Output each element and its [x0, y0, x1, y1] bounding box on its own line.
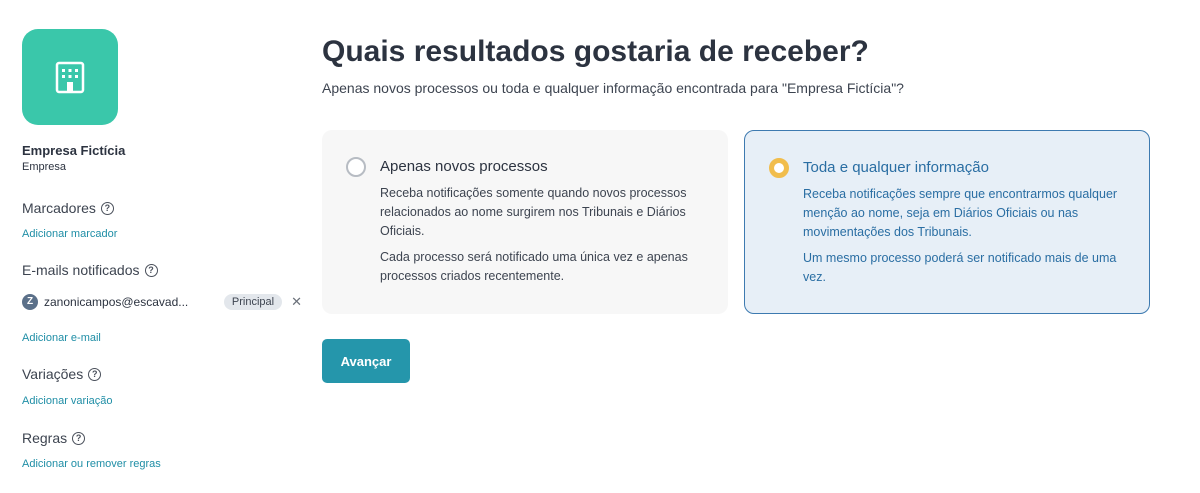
help-icon[interactable]: ? — [100, 201, 114, 215]
close-icon[interactable]: ✕ — [291, 294, 302, 310]
add-marker-link[interactable]: Adicionar marcador — [22, 228, 117, 240]
radio-unselected[interactable] — [346, 157, 366, 177]
emails-label-text: E-mails notificados — [22, 262, 140, 278]
main-content: Quais resultados gostaria de receber? Ap… — [322, 0, 1152, 493]
help-icon[interactable]: ? — [72, 431, 86, 445]
page-title: Quais resultados gostaria de receber? — [322, 35, 869, 68]
option-title: Toda e qualquer informação — [803, 159, 989, 176]
radio-selected[interactable] — [769, 158, 789, 178]
regras-label: Regras ? — [22, 430, 86, 446]
building-icon — [55, 61, 85, 94]
emails-label: E-mails notificados ? — [22, 262, 158, 278]
option-description: Receba notificações somente quando novos… — [380, 186, 687, 238]
marcadores-label-text: Marcadores — [22, 200, 96, 216]
option-title: Apenas novos processos — [380, 158, 548, 175]
regras-label-text: Regras — [22, 430, 68, 446]
option-description: Receba notificações sempre que encontrar… — [803, 187, 1118, 239]
principal-badge: Principal — [223, 294, 283, 310]
avatar: Z — [22, 294, 38, 310]
entity-name: Empresa Fictícia — [22, 143, 126, 158]
help-icon[interactable]: ? — [144, 263, 158, 277]
email-address: zanonicampos@escavad... — [44, 295, 189, 309]
entity-type: Empresa — [22, 161, 67, 173]
next-button[interactable]: Avançar — [322, 339, 410, 383]
variacoes-label-text: Variações — [22, 366, 84, 382]
option-note: Um mesmo processo poderá ser notificado … — [803, 251, 1117, 284]
email-item: Z zanonicampos@escavad... Principal ✕ — [22, 292, 302, 312]
option-new-processes[interactable]: Apenas novos processos Receba notificaçõ… — [322, 130, 728, 314]
edit-rules-link[interactable]: Adicionar ou remover regras — [22, 458, 161, 470]
add-email-link[interactable]: Adicionar e-mail — [22, 332, 101, 344]
add-variation-link[interactable]: Adicionar variação — [22, 395, 113, 407]
company-logo — [22, 29, 118, 125]
option-note: Cada processo será notificado uma única … — [380, 250, 688, 283]
help-icon[interactable]: ? — [88, 367, 102, 381]
variacoes-label: Variações ? — [22, 366, 102, 382]
option-all-information[interactable]: Toda e qualquer informação Receba notifi… — [744, 130, 1150, 314]
marcadores-label: Marcadores ? — [22, 200, 114, 216]
sidebar: Empresa Fictícia Empresa Marcadores ? Ad… — [22, 0, 302, 493]
page-subtitle: Apenas novos processos ou toda e qualque… — [322, 80, 904, 96]
